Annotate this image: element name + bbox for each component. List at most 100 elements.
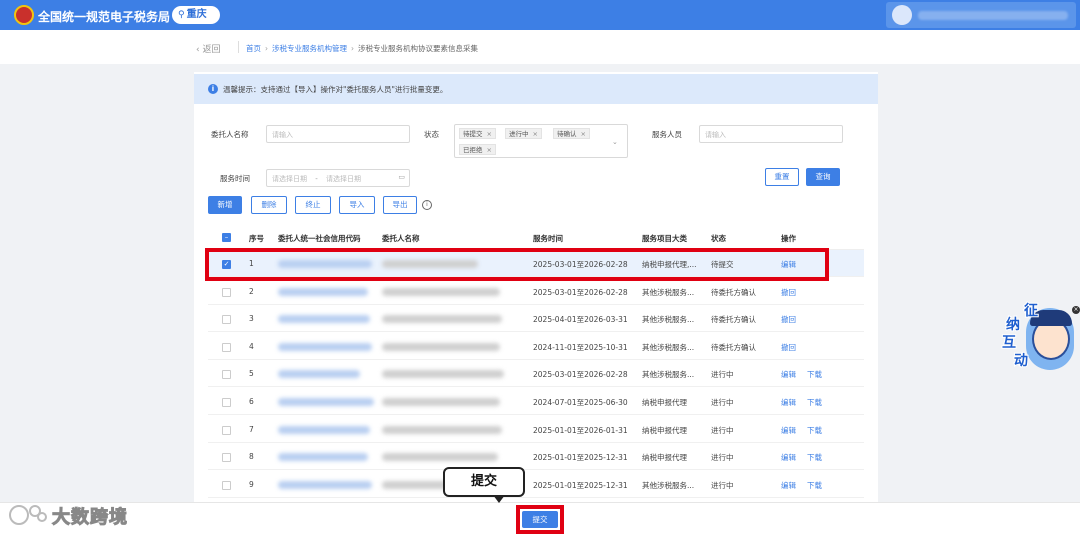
credit-code-blurred (278, 370, 360, 379)
status-text: 进行中 (711, 480, 734, 490)
service-category: 其他涉税服务... (642, 342, 695, 352)
status-tag[interactable]: 已拒绝 × (459, 144, 496, 155)
close-icon[interactable]: × (1072, 306, 1080, 314)
divider (238, 41, 239, 53)
import-button[interactable]: 导入 (339, 196, 375, 214)
status-tag[interactable]: 待提交 × (459, 128, 496, 139)
region-label: 重庆 (186, 9, 207, 20)
breadcrumb-separator: › (265, 44, 268, 53)
col-client-name: 委托人名称 (382, 234, 420, 243)
service-time: 2025-04-01至2026-03-31 (533, 315, 628, 325)
client-name-input[interactable]: 请输入 (266, 125, 410, 143)
table-row[interactable]: 6 2024-07-01至2025-06-30 纳税申报代理 进行中 编辑 下载 (208, 388, 864, 415)
info-icon[interactable]: i (422, 200, 432, 210)
action-link[interactable]: 撤回 (781, 287, 796, 298)
action-link[interactable]: 下载 (807, 480, 822, 491)
submit-button[interactable]: 提交 (522, 511, 558, 528)
status-text: 待委托方确认 (711, 287, 756, 297)
tip-banner: i 温馨提示：支持通过【导入】操作对"委托服务人员"进行批量变更。 (194, 74, 878, 104)
row-checkbox[interactable] (222, 342, 231, 352)
row-checkbox[interactable] (222, 425, 231, 435)
watermark: 大数跨境 (52, 507, 128, 529)
action-link[interactable]: 撤回 (781, 314, 796, 325)
close-icon[interactable]: × (581, 130, 586, 138)
table-row[interactable]: 4 2024-11-01至2025-10-31 其他涉税服务... 待委托方确认 撤回 (208, 332, 864, 360)
action-link[interactable]: 撤回 (781, 342, 796, 353)
add-button[interactable]: 新增 (208, 196, 242, 214)
user-menu[interactable] (886, 2, 1076, 28)
status-label: 状态 (424, 130, 439, 139)
row-number: 4 (249, 341, 254, 351)
select-all-checkbox[interactable]: – (222, 233, 231, 242)
table-row[interactable]: 3 2025-04-01至2026-03-31 其他涉税服务... 待委托方确认 撤回 (208, 305, 864, 333)
row-checkbox[interactable] (222, 480, 231, 490)
action-link[interactable]: 下载 (807, 452, 822, 463)
date-range-picker[interactable]: 请选择日期 - 请选择日期 ▭ (266, 169, 410, 187)
table-row[interactable]: 2 2025-03-01至2026-02-28 其他涉税服务... 待委托方确认 撤回 (208, 277, 864, 305)
status-text: 进行中 (711, 453, 734, 463)
tip-text: 温馨提示：支持通过【导入】操作对"委托服务人员"进行批量变更。 (223, 85, 448, 94)
credit-code-blurred (278, 425, 370, 434)
action-link[interactable]: 下载 (807, 397, 822, 408)
client-name-blurred (382, 287, 500, 296)
row-checkbox[interactable] (222, 370, 231, 380)
submit-callout: 提交 (443, 467, 525, 497)
action-link[interactable]: 下载 (807, 369, 822, 380)
row-number: 7 (249, 424, 254, 434)
client-name-blurred (382, 398, 500, 406)
row-checkbox[interactable] (222, 287, 231, 297)
action-link[interactable]: 编辑 (781, 397, 796, 408)
row-checkbox[interactable] (222, 315, 231, 325)
action-link[interactable]: 编辑 (781, 480, 796, 491)
breadcrumb: 首页 › 涉税专业服务机构管理 › 涉税专业服务机构协议要素信息采集 (246, 43, 478, 54)
info-icon: i (208, 84, 218, 94)
table-row[interactable]: 5 2025-03-01至2026-02-28 其他涉税服务... 进行中 编辑 下载 (208, 360, 864, 388)
delete-button[interactable]: 删除 (251, 196, 287, 214)
back-label: 返回 (202, 45, 221, 55)
action-link[interactable]: 下载 (807, 425, 822, 436)
status-multiselect[interactable]: 待提交 × 进行中 × 待确认 × 已拒绝 × (454, 124, 628, 158)
status-text: 进行中 (711, 370, 734, 380)
mascot-char: 互 (1001, 334, 1017, 352)
close-icon[interactable]: × (533, 130, 538, 138)
action-link[interactable]: 编辑 (781, 369, 796, 380)
mascot-widget[interactable]: 征 纳 互 动 (1000, 300, 1074, 374)
action-link[interactable]: 编辑 (781, 425, 796, 436)
client-name-blurred (382, 342, 500, 351)
status-tag-label: 已拒绝 (463, 146, 483, 154)
reset-button[interactable]: 重置 (765, 168, 799, 186)
back-button[interactable]: ‹ 返回 (196, 42, 220, 55)
client-name-label: 委托人名称 (211, 130, 249, 139)
date-start: 请选择日期 (272, 175, 307, 183)
client-name-blurred (382, 315, 502, 324)
row-number: 8 (249, 452, 254, 462)
terminate-button[interactable]: 终止 (295, 196, 331, 214)
mascot-char: 纳 (1005, 316, 1021, 334)
table-row[interactable]: 9 2025-01-01至2025-12-31 其他涉税服务... 进行中 编辑 下载 (208, 470, 864, 498)
row-highlight-annotation (205, 248, 829, 281)
table-row[interactable]: 7 2025-01-01至2026-01-31 纳税申报代理 进行中 编辑 下载 (208, 415, 864, 443)
breadcrumb-agency-mgmt[interactable]: 涉税专业服务机构管理 (272, 44, 347, 53)
chevron-down-icon[interactable]: ⌄ (612, 138, 618, 146)
status-tag[interactable]: 进行中 × (505, 128, 542, 139)
search-button[interactable]: 查询 (806, 168, 840, 186)
row-checkbox[interactable] (222, 398, 231, 407)
table-row[interactable]: 8 2025-01-01至2025-12-31 纳税申报代理 进行中 编辑 下载 (208, 443, 864, 471)
region-selector[interactable]: ⚲ 重庆 (172, 6, 220, 24)
service-category: 其他涉税服务... (642, 287, 695, 297)
status-tag-label: 待确认 (557, 130, 577, 138)
close-icon[interactable]: × (487, 130, 492, 138)
close-icon[interactable]: × (487, 146, 492, 154)
client-name-blurred (382, 453, 498, 462)
export-button[interactable]: 导出 (383, 196, 417, 214)
col-service-time: 服务时间 (533, 234, 563, 243)
service-time: 2025-01-01至2025-12-31 (533, 480, 628, 490)
col-actions: 操作 (781, 234, 796, 243)
breadcrumb-home[interactable]: 首页 (246, 44, 261, 53)
credit-code-blurred (278, 342, 372, 351)
calendar-icon: ▭ (398, 173, 405, 181)
row-checkbox[interactable] (222, 453, 231, 463)
status-tag[interactable]: 待确认 × (553, 128, 590, 139)
action-link[interactable]: 编辑 (781, 452, 796, 463)
service-staff-input[interactable]: 请输入 (699, 125, 843, 143)
